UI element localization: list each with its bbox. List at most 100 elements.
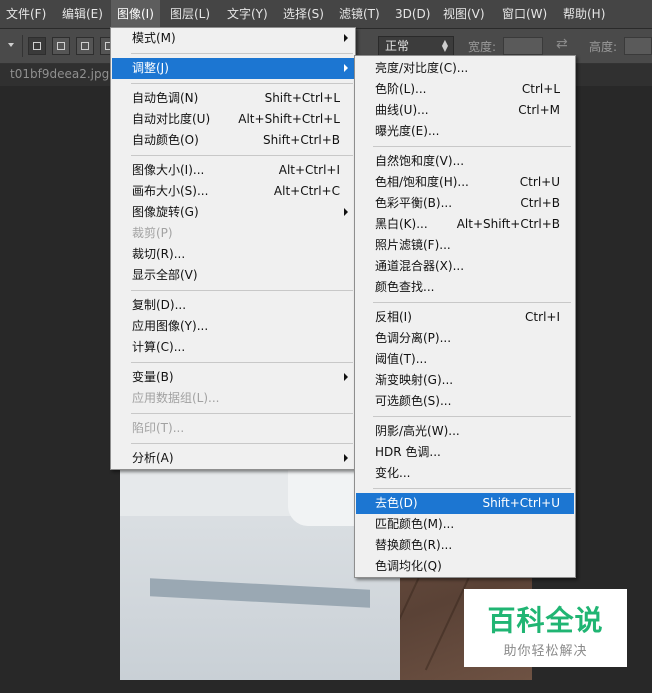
width-field[interactable] [503,37,543,55]
new-selection-button[interactable] [28,37,46,55]
menu-select[interactable]: 选择(S) [277,0,330,28]
adjust-menu-item[interactable]: 黑白(K)... Alt+Shift+Ctrl+B [356,214,574,235]
adjust-menu-item[interactable]: 照片滤镜(F)... [356,235,574,256]
menu-item-label: 曲线(U)... [375,103,429,117]
adjust-menu-item[interactable]: 可选颜色(S)... [356,391,574,412]
menu-edit[interactable]: 编辑(E) [56,0,109,28]
adjust-menu-item[interactable]: 色调分离(P)... [356,328,574,349]
subtract-selection-button[interactable] [76,37,94,55]
menu-item-shortcut: Alt+Ctrl+C [273,184,340,198]
image-menu-item[interactable]: 变量(B) [112,367,354,388]
adjust-menu-item[interactable]: 阈值(T)... [356,349,574,370]
menu-item-label: 自动色调(N) [132,91,199,105]
watermark-title: 百科全说 [487,604,604,637]
menu-image[interactable]: 图像(I) [111,0,160,28]
document-tab[interactable]: t01bf9deea2.jpg @ [10,67,125,81]
image-menu-item[interactable]: 分析(A) [112,448,354,469]
add-selection-icon [57,42,65,50]
image-menu-item[interactable]: 复制(D)... [112,295,354,316]
image-menu-item[interactable]: 自动色调(N) Shift+Ctrl+L [112,88,354,109]
swap-icon[interactable]: ⇄ [556,36,568,52]
adjust-menu-item[interactable]: 色阶(L)... Ctrl+L [356,79,574,100]
adjust-menu-item[interactable]: 颜色查找... [356,277,574,298]
menu-window[interactable]: 窗口(W) [496,0,553,28]
menu-item-label: 图像大小(I)... [132,163,205,177]
menu-item-label: 画布大小(S)... [132,184,209,198]
adjust-menu-item[interactable]: 亮度/对比度(C)... [356,58,574,79]
adjust-menu-item[interactable]: 阴影/高光(W)... [356,421,574,442]
select-arrows-icon: ▲ ▼ [441,38,448,53]
image-menu-item[interactable]: 调整(J) [112,58,354,79]
adjust-menu-item[interactable]: 变化... [356,463,574,484]
adjust-menu-item[interactable]: 去色(D) Shift+Ctrl+U [356,493,574,514]
menu-separator [373,488,571,489]
menu-item-shortcut: Shift+Ctrl+U [482,496,560,510]
menu-item-shortcut: Ctrl+U [519,175,560,189]
adjust-submenu: 亮度/对比度(C)... 色阶(L)... Ctrl+L 曲线(U)... Ctrl+M… [354,55,576,578]
menu-help[interactable]: 帮助(H) [557,0,611,28]
watermark-subtitle: 助你轻松解决 [503,644,588,659]
menu-separator [131,443,353,444]
adjust-menu-item[interactable]: 曲线(U)... Ctrl+M [356,100,574,121]
image-menu-item: 应用数据组(L)... [112,388,354,409]
menu-separator [373,302,571,303]
adjust-menu-item[interactable]: 反相(I) Ctrl+I [356,307,574,328]
menu-item-shortcut: Shift+Ctrl+B [263,133,340,147]
menu-item-label: 阴影/高光(W)... [375,424,460,438]
menu-item-label: 渐变映射(G)... [375,373,454,387]
image-menu-item[interactable]: 自动颜色(O) Shift+Ctrl+B [112,130,354,151]
menu-item-label: HDR 色调... [375,445,441,459]
menu-item-label: 反相(I) [375,310,412,324]
menu-3d[interactable]: 3D(D) [389,0,436,28]
image-menu-item[interactable]: 图像旋转(G) [112,202,354,223]
menu-separator [373,416,571,417]
image-menu-item: 裁剪(P) [112,223,354,244]
image-menu-item[interactable]: 显示全部(V) [112,265,354,286]
menu-item-shortcut: Shift+Ctrl+L [264,91,340,105]
menu-item-label: 调整(J) [132,61,169,75]
menu-filter[interactable]: 滤镜(T) [333,0,386,28]
adjust-menu-item[interactable]: 替换颜色(R)... [356,535,574,556]
adjust-menu-item[interactable]: 通道混合器(X)... [356,256,574,277]
adjust-menu-item[interactable]: 色相/饱和度(H)... Ctrl+U [356,172,574,193]
height-field[interactable] [624,37,652,55]
menu-item-label: 自动对比度(U) [132,112,211,126]
menu-item-label: 亮度/对比度(C)... [375,61,469,75]
menu-item-shortcut: Alt+Shift+Ctrl+L [238,112,340,126]
image-menu-item[interactable]: 画布大小(S)... Alt+Ctrl+C [112,181,354,202]
image-menu-item[interactable]: 模式(M) [112,28,354,49]
menu-item-label: 照片滤镜(F)... [375,238,451,252]
menu-separator [131,83,353,84]
menu-separator [131,155,353,156]
tool-preset-dropdown-icon[interactable] [8,43,14,47]
menu-type[interactable]: 文字(Y) [221,0,274,28]
menu-separator [131,53,353,54]
adjust-menu-item[interactable]: 色调均化(Q) [356,556,574,577]
menu-item-label: 分析(A) [132,451,174,465]
menu-item-label: 去色(D) [375,496,418,510]
add-to-selection-button[interactable] [52,37,70,55]
adjust-menu-item[interactable]: 自然饱和度(V)... [356,151,574,172]
adjust-menu-item[interactable]: 曝光度(E)... [356,121,574,142]
menu-view[interactable]: 视图(V) [437,0,491,28]
adjust-menu-item[interactable]: 色彩平衡(B)... Ctrl+B [356,193,574,214]
menu-layer[interactable]: 图层(L) [164,0,216,28]
menu-item-label: 复制(D)... [132,298,187,312]
image-menu-item: 陷印(T)... [112,418,354,439]
image-menu-item[interactable]: 应用图像(Y)... [112,316,354,337]
image-menu-item[interactable]: 计算(C)... [112,337,354,358]
adjust-menu-item[interactable]: 匹配颜色(M)... [356,514,574,535]
style-select[interactable]: 正常 ▲ ▼ [378,36,454,56]
menu-item-label: 色彩平衡(B)... [375,196,453,210]
image-menu-item[interactable]: 自动对比度(U) Alt+Shift+Ctrl+L [112,109,354,130]
submenu-arrow-icon [344,454,348,462]
menu-item-label: 应用图像(Y)... [132,319,209,333]
menu-file[interactable]: 文件(F) [0,0,52,28]
image-menu-item[interactable]: 裁切(R)... [112,244,354,265]
adjust-menu-item[interactable]: HDR 色调... [356,442,574,463]
style-select-value: 正常 [385,39,410,53]
adjust-menu-item[interactable]: 渐变映射(G)... [356,370,574,391]
submenu-arrow-icon [344,373,348,381]
menu-item-label: 变化... [375,466,411,480]
image-menu-item[interactable]: 图像大小(I)... Alt+Ctrl+I [112,160,354,181]
